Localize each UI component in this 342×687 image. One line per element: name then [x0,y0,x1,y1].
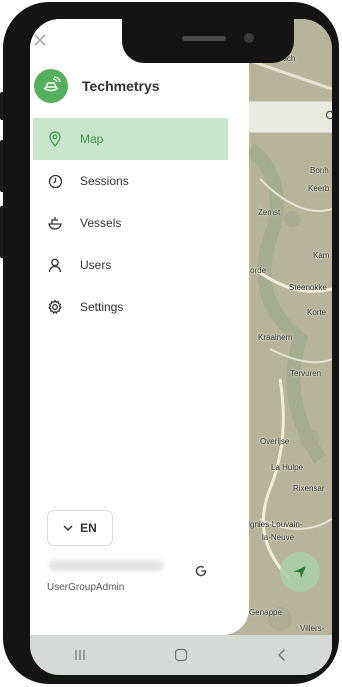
nav-item-label: Map [80,132,104,146]
map-label: Kraainem [258,333,293,342]
nav-item-label: Vessels [80,216,122,230]
nav-item-settings[interactable]: Settings [33,286,228,328]
map-label: Tervuren [290,369,322,378]
close-icon[interactable] [33,33,47,47]
phone-body: ontich Bonh Keerb Zemst Kam orde Steenok… [3,2,339,684]
map-pin-icon [47,131,63,147]
map-label: Villers- [300,624,325,633]
vessel-signal-logo-icon [43,76,61,92]
map-label: Keerb [308,184,330,193]
map-label: Kam [313,251,330,260]
language-label: EN [80,521,97,535]
gear-icon [47,299,63,315]
nav-item-sessions[interactable]: Sessions [33,160,228,202]
device-frame: ontich Bonh Keerb Zemst Kam orde Steenok… [0,0,342,687]
map-label: orde [250,266,267,275]
map-label: tignies-Louvain- [246,520,303,529]
locate-button[interactable] [280,552,320,592]
language-selector[interactable]: EN [47,510,113,546]
nav-item-vessels[interactable]: Vessels [33,202,228,244]
brand-name: Techmetrys [82,78,160,94]
map-label: la-Neuve [262,533,295,542]
map-label: Rixensar [293,484,325,493]
nav-item-label: Users [80,258,112,272]
nav-item-label: Settings [80,300,124,314]
navigation-drawer: Techmetrys Map Sessions Vessels Users Se… [30,19,249,635]
brand-logo [34,69,68,103]
recents-icon [75,650,85,660]
user-name-redacted [48,560,164,571]
map-label: Steenokke [289,283,327,292]
home-button[interactable] [163,642,199,668]
recents-button[interactable] [62,642,98,668]
clock-icon [47,173,63,189]
nav-item-users[interactable]: Users [33,244,228,286]
nav-item-label: Sessions [80,174,129,188]
nav-menu: Map Sessions Vessels Users Settings [33,118,228,328]
home-icon [174,648,188,662]
user-icon [47,257,63,273]
map-label: Overijse [260,437,290,446]
user-role: UserGroupAdmin [47,582,125,593]
navigation-arrow-icon [294,566,306,578]
back-icon [277,649,285,661]
nav-item-map[interactable]: Map [33,118,228,160]
map-label: Genappe [249,608,282,617]
map-label: Korte [307,308,327,317]
front-camera [244,33,254,43]
screen: ontich Bonh Keerb Zemst Kam orde Steenok… [30,19,332,675]
vessel-icon [47,215,63,231]
speaker [182,36,226,41]
map-search-bar[interactable] [246,101,332,133]
logout-icon[interactable] [194,564,208,578]
map-label: Zemst [258,208,281,217]
brand: Techmetrys [34,69,160,103]
back-button[interactable] [264,642,300,668]
search-icon[interactable] [325,110,332,122]
map-label: La Hulpe [271,463,304,472]
notch [122,19,294,63]
system-nav-bar [30,635,332,675]
chevron-down-icon [63,524,73,531]
map-label: Bonh [310,166,329,175]
